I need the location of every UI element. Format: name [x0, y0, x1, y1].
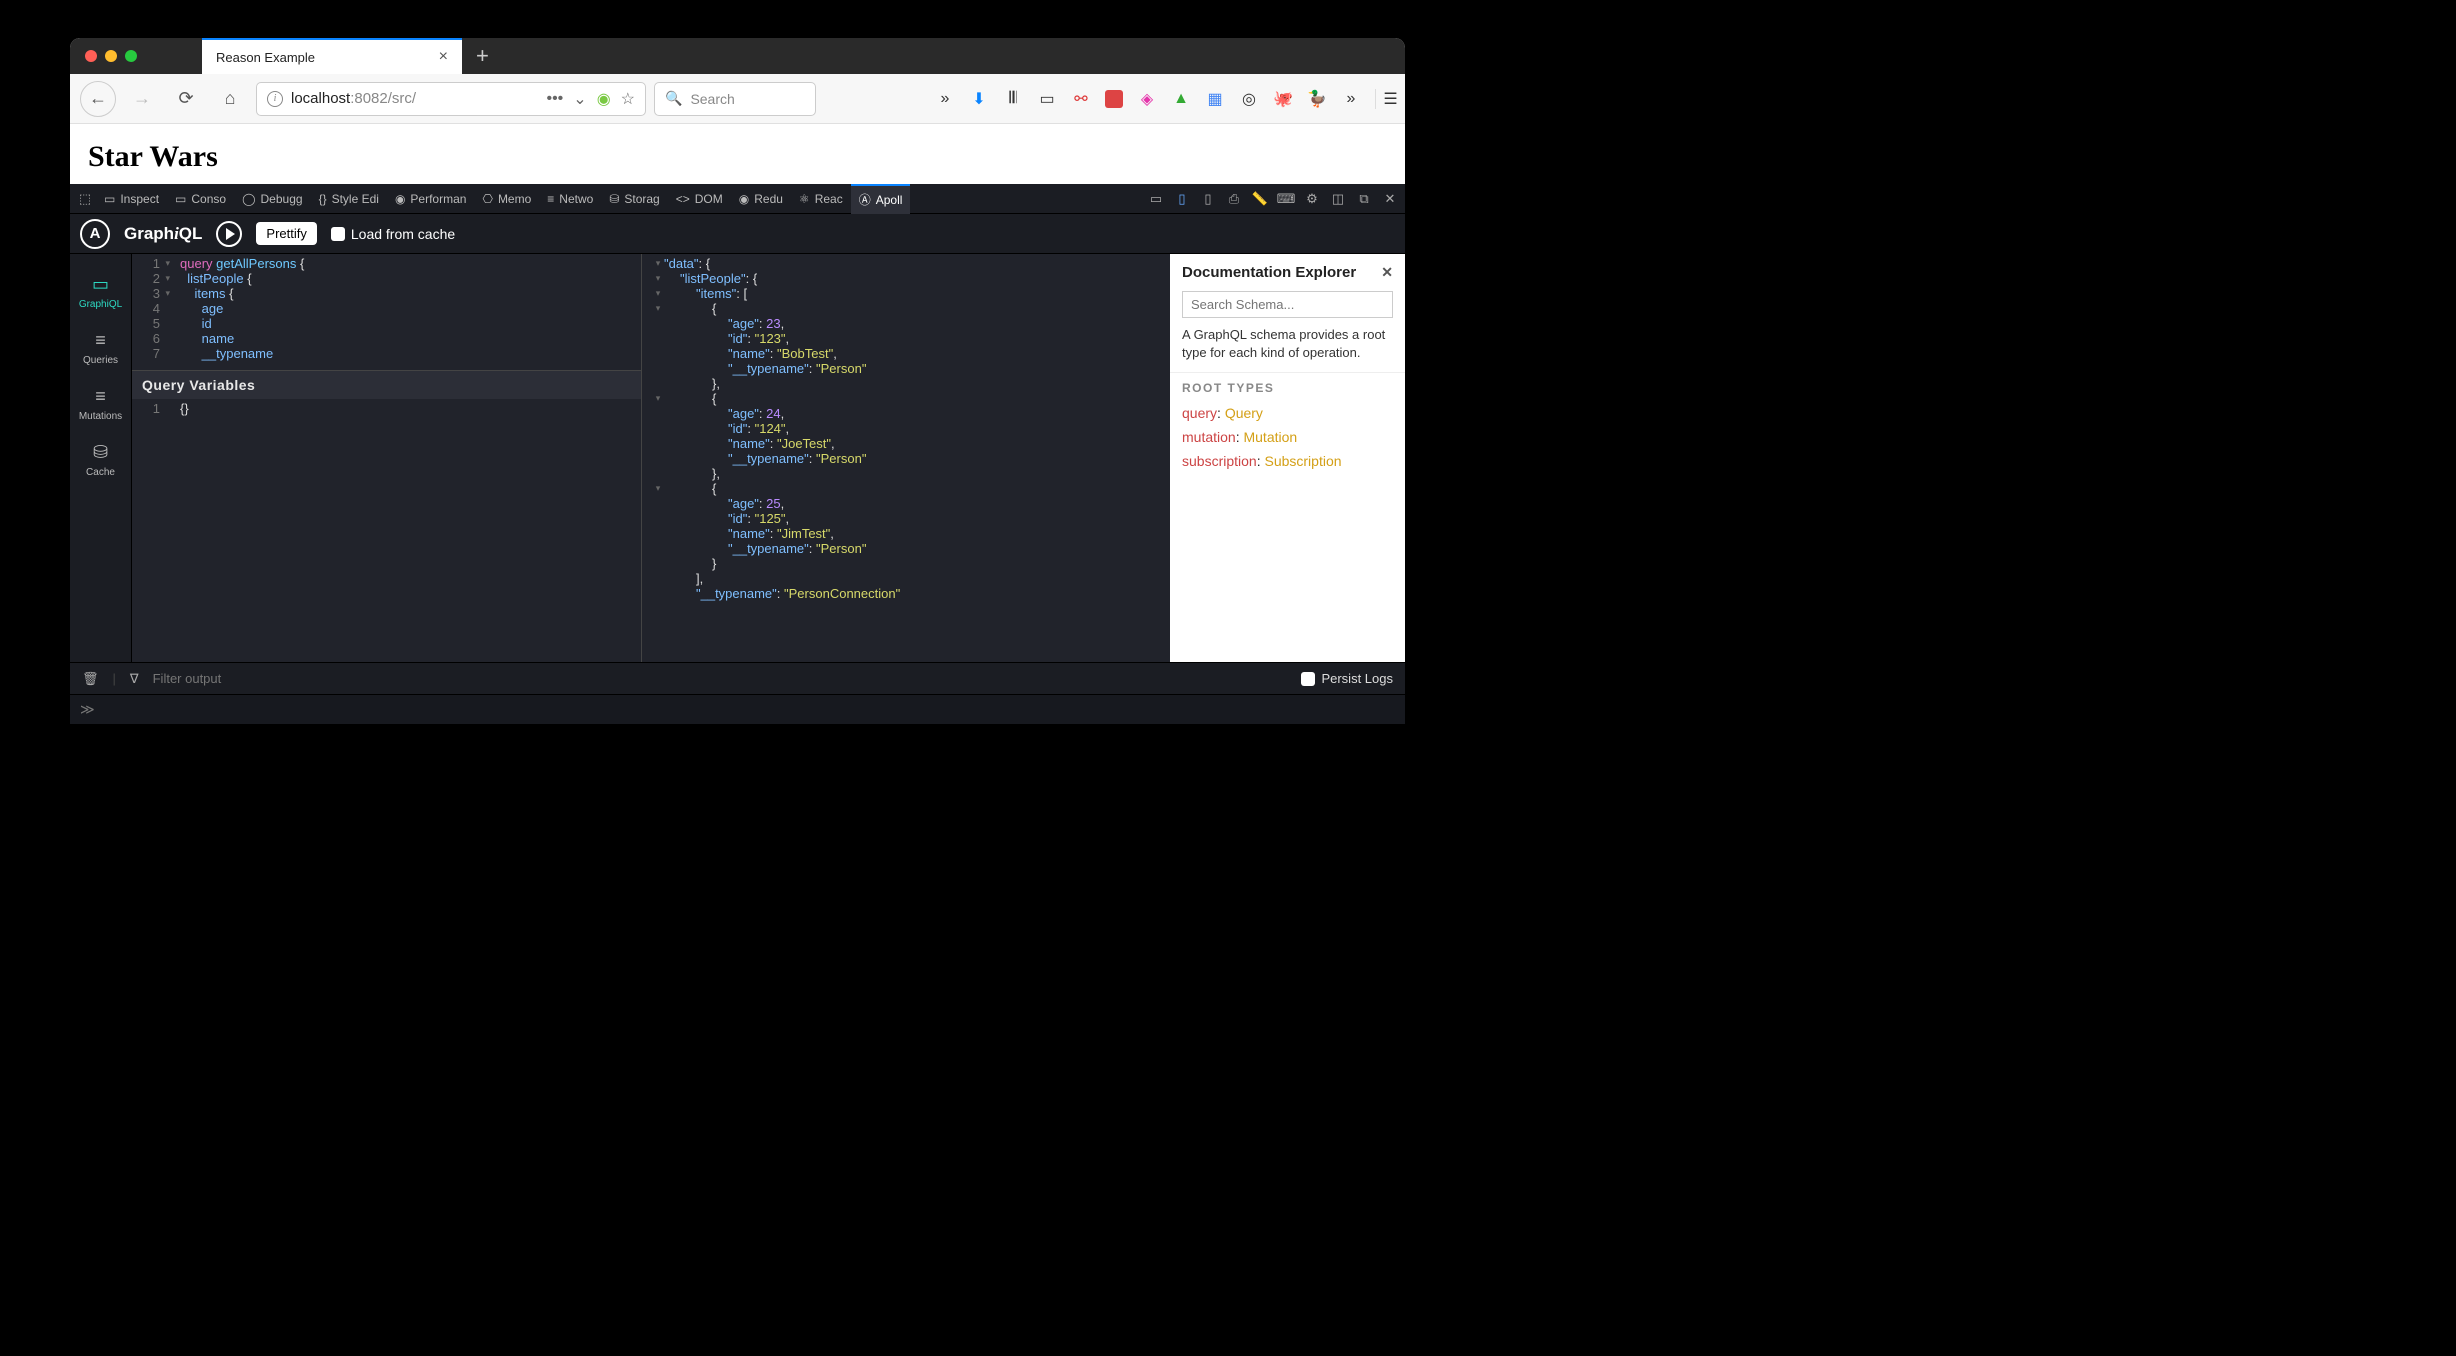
phone-icon[interactable]: ▯ [1199, 190, 1217, 208]
prettify-button[interactable]: Prettify [256, 222, 316, 245]
eye-icon[interactable]: ◎ [1239, 89, 1259, 109]
forward-button[interactable]: → [124, 81, 160, 117]
keyboard-icon[interactable]: ⌨ [1277, 190, 1295, 208]
devtools-tab-conso[interactable]: ▭Conso [167, 184, 234, 214]
extensions: » ⬇ 𝄃𝄃 ▭ ⚯ ◈ ▲ ▦ ◎ 🐙 🦆 » ☰ [935, 89, 1395, 109]
reload-button[interactable]: ⟳ [168, 81, 204, 117]
gear-icon[interactable]: ⚙ [1303, 190, 1321, 208]
overflow2-icon[interactable]: » [1341, 89, 1361, 109]
inspect-picker-icon[interactable]: ⬚ [76, 190, 94, 208]
documentation-explorer: Documentation Explorer ✕ A GraphQL schem… [1170, 254, 1405, 662]
devtools-tab-netwo[interactable]: ≡Netwo [539, 184, 601, 214]
page-heading: Star Wars [88, 140, 1387, 174]
doc-description: A GraphQL schema provides a root type fo… [1170, 326, 1405, 372]
checkbox-icon [1301, 672, 1315, 686]
close-window-icon[interactable] [85, 50, 97, 62]
devtools-tab-debugg[interactable]: ◯Debugg [234, 184, 310, 214]
camera-icon[interactable]: ⎙ [1225, 190, 1243, 208]
devtools: ⬚ ▭Inspect▭Conso◯Debugg{}Style Edi◉Perfo… [70, 184, 1405, 724]
octo-icon[interactable]: 🐙 [1273, 89, 1293, 109]
graphiql-label: GraphiQL [124, 224, 202, 244]
browser-tab[interactable]: Reason Example × [202, 38, 462, 74]
devtools-tab-performan[interactable]: ◉Performan [387, 184, 475, 214]
devtools-tab-inspect[interactable]: ▭Inspect [96, 184, 167, 214]
url-bar[interactable]: i localhost:8082/src/ ••• ⌄ ◉ ☆ [256, 82, 646, 116]
home-button[interactable]: ⌂ [212, 81, 248, 117]
download-icon[interactable]: ⬇ [969, 89, 989, 109]
sidebar-item-mutations[interactable]: ≡Mutations [70, 376, 131, 432]
page-content: Star Wars [70, 124, 1405, 184]
devtools-tab-memo[interactable]: ⎔Memo [474, 184, 539, 214]
minimize-window-icon[interactable] [105, 50, 117, 62]
bookmark-star-icon[interactable]: ☆ [621, 89, 635, 109]
link-icon[interactable]: ⚯ [1071, 89, 1091, 109]
toolbar: ← → ⟳ ⌂ i localhost:8082/src/ ••• ⌄ ◉ ☆ … [70, 74, 1405, 124]
ext-icon-3[interactable]: 🦆 [1307, 89, 1327, 109]
persist-logs-checkbox[interactable]: Persist Logs [1301, 671, 1393, 686]
menu-icon[interactable]: ☰ [1375, 89, 1395, 109]
root-types-heading: ROOT TYPES [1182, 381, 1393, 395]
more-icon[interactable]: ••• [546, 90, 563, 108]
url-text: localhost:8082/src/ [291, 90, 416, 107]
split-icon[interactable]: ◫ [1329, 190, 1347, 208]
new-tab-button[interactable]: + [462, 43, 503, 69]
filter-icon[interactable]: ∇ [130, 671, 139, 687]
result-pane[interactable]: ▾"data": {▾"listPeople": {▾"items": [▾{"… [642, 254, 1170, 662]
load-from-cache-checkbox[interactable]: Load from cache [331, 226, 455, 242]
search-box[interactable]: 🔍 Search [654, 82, 816, 116]
close-docs-icon[interactable]: ✕ [1381, 264, 1393, 281]
responsive-icon[interactable]: ▭ [1147, 190, 1165, 208]
devtools-tabs: ⬚ ▭Inspect▭Conso◯Debugg{}Style Edi◉Perfo… [70, 184, 1405, 214]
devtools-tab-dom[interactable]: <>DOM [668, 184, 731, 214]
root-type-mutation[interactable]: mutation: Mutation [1182, 429, 1393, 445]
info-icon[interactable]: i [267, 91, 283, 107]
back-button[interactable]: ← [80, 81, 116, 117]
apollo-sidebar: ▭GraphiQL≡Queries≡Mutations⛁Cache [70, 254, 132, 662]
close-tab-icon[interactable]: × [439, 48, 448, 66]
devtools-tab-redu[interactable]: ◉Redu [731, 184, 791, 214]
apollo-logo-icon: A [80, 219, 110, 249]
console-prompt[interactable]: ≫ [70, 694, 1405, 724]
clear-icon[interactable]: 🗑 [82, 671, 99, 687]
query-variables-header[interactable]: Query Variables [132, 370, 641, 399]
graphql-icon[interactable]: ◈ [1137, 89, 1157, 109]
devtools-tab-storag[interactable]: ⛁Storag [601, 184, 667, 214]
checkbox-icon [331, 227, 345, 241]
devtools-tab-reac[interactable]: ⚛Reac [791, 184, 851, 214]
tab-bar: Reason Example × + [70, 38, 1405, 74]
sidebar-item-cache[interactable]: ⛁Cache [70, 432, 131, 488]
ruler-icon[interactable]: 📏 [1251, 190, 1269, 208]
ext-icon-1[interactable] [1105, 90, 1123, 108]
devtools-tab-style edi[interactable]: {}Style Edi [311, 184, 387, 214]
search-icon: 🔍 [665, 90, 682, 107]
reader-icon[interactable]: ▭ [1037, 89, 1057, 109]
root-type-subscription[interactable]: subscription: Subscription [1182, 453, 1393, 469]
apollo-header: A GraphiQL Prettify Load from cache [70, 214, 1405, 254]
query-variables-editor[interactable]: 1 {} [132, 399, 641, 662]
shield-icon[interactable]: ◉ [597, 89, 611, 109]
doc-title: Documentation Explorer [1182, 264, 1356, 281]
sidebar-item-queries[interactable]: ≡Queries [70, 320, 131, 376]
popout-icon[interactable]: ⧉ [1355, 190, 1373, 208]
devtools-tab-apoll[interactable]: ⒶApoll [851, 184, 911, 214]
console-footer: 🗑 | ∇ Persist Logs [70, 662, 1405, 694]
window-controls [70, 50, 152, 62]
query-editor[interactable]: 1▾2▾3▾4567 query getAllPersons { listPeo… [132, 254, 641, 370]
dock-icon[interactable]: ▯ [1173, 190, 1191, 208]
maximize-window-icon[interactable] [125, 50, 137, 62]
ext-icon-2[interactable]: ▲ [1171, 89, 1191, 109]
tab-title: Reason Example [216, 50, 315, 65]
schema-search-input[interactable] [1182, 291, 1393, 318]
library-icon[interactable]: 𝄃𝄃 [1003, 89, 1023, 109]
overflow-icon[interactable]: » [935, 89, 955, 109]
close-devtools-icon[interactable]: ✕ [1381, 190, 1399, 208]
search-placeholder: Search [690, 91, 734, 107]
filter-input[interactable] [153, 671, 1288, 686]
divider: | [113, 671, 116, 686]
grid-icon[interactable]: ▦ [1205, 89, 1225, 109]
pocket-icon[interactable]: ⌄ [573, 89, 586, 109]
execute-button[interactable] [216, 221, 242, 247]
sidebar-item-graphiql[interactable]: ▭GraphiQL [70, 264, 131, 320]
root-type-query[interactable]: query: Query [1182, 405, 1393, 421]
